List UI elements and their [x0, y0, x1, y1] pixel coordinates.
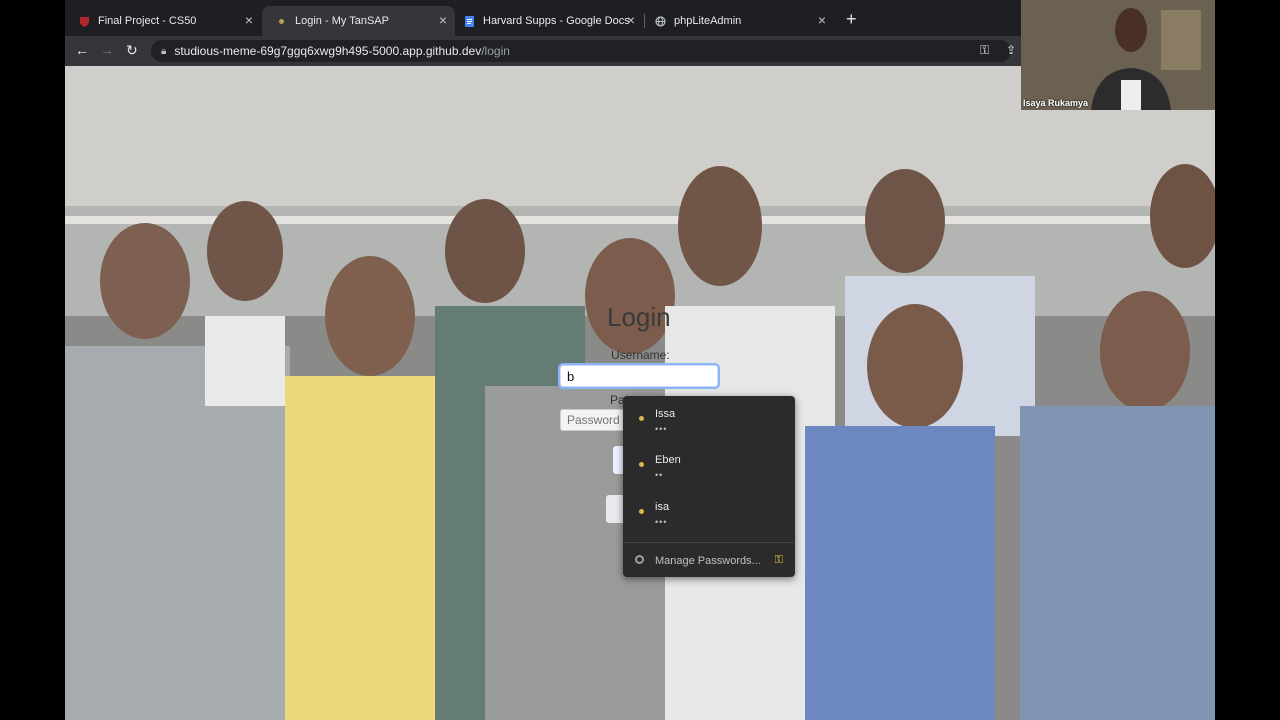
page-content: Login Username: Password: Issa ••• Eben … — [65, 66, 1215, 720]
harvard-shield-icon — [79, 16, 90, 27]
lock-icon: 🔒︎ — [161, 45, 167, 57]
password-key-icon[interactable]: ⚿ — [980, 43, 989, 58]
credential-password-mask: •• — [655, 470, 664, 480]
site-favicon-icon — [276, 16, 287, 27]
key-icon: ⚿ — [774, 554, 783, 566]
tab-login[interactable]: Login - My TanSAP × — [262, 6, 455, 36]
reload-icon[interactable]: ↻ — [126, 42, 138, 59]
forward-icon[interactable]: → — [100, 42, 114, 58]
close-icon[interactable]: × — [439, 13, 447, 27]
saved-credential-item[interactable]: isa ••• — [623, 489, 795, 533]
saved-credential-item[interactable]: Issa ••• — [623, 396, 795, 440]
credential-username: Eben — [655, 454, 681, 466]
credential-username: Issa — [655, 408, 676, 420]
tab-final-project[interactable]: Final Project - CS50 × — [65, 6, 261, 36]
tab-title: Final Project - CS50 — [98, 15, 197, 27]
credential-password-mask: ••• — [655, 517, 668, 527]
username-label: Username: — [611, 348, 670, 362]
key-icon — [639, 509, 644, 514]
credential-username: isa — [655, 501, 670, 513]
key-icon — [639, 416, 644, 421]
globe-icon — [655, 15, 666, 27]
close-icon[interactable]: × — [245, 13, 253, 27]
tab-title: Login - My TanSAP — [295, 15, 389, 27]
close-icon[interactable]: × — [627, 13, 635, 27]
chrome-icon — [635, 555, 644, 564]
participant-name: Isaya Rukamya — [1023, 98, 1089, 108]
webcam-video — [1021, 0, 1215, 110]
tab-title: phpLiteAdmin — [674, 15, 742, 27]
credential-password-mask: ••• — [655, 424, 668, 434]
divider — [623, 542, 795, 543]
webcam-overlay: Isaya Rukamya — [1021, 0, 1215, 110]
page-title: Login — [607, 302, 671, 332]
key-icon — [639, 462, 644, 467]
tab-phpliteadmin[interactable]: phpLiteAdmin × — [641, 6, 834, 36]
google-docs-icon — [464, 15, 475, 27]
url-host: studious-meme-69g7ggq6xwg9h495-5000.app.… — [174, 44, 482, 58]
tab-harvard-supps[interactable]: Harvard Supps - Google Docs × — [450, 6, 643, 36]
manage-passwords-item[interactable]: Manage Passwords... ⚿ — [623, 550, 795, 572]
back-icon[interactable]: ← — [75, 42, 89, 58]
password-input[interactable] — [560, 409, 630, 431]
saved-credential-item[interactable]: Eben •• — [623, 442, 795, 486]
manage-passwords-label: Manage Passwords... — [655, 555, 761, 567]
username-input[interactable] — [558, 363, 720, 389]
new-tab-button[interactable]: + — [846, 9, 857, 30]
address-bar[interactable]: 🔒︎ studious-meme-69g7ggq6xwg9h495-5000.a… — [151, 40, 1011, 62]
password-autofill-popup: Issa ••• Eben •• isa ••• Manage Password… — [623, 396, 795, 577]
share-icon[interactable]: ⇪ — [1006, 43, 1016, 57]
url-path: /login — [481, 44, 510, 58]
tab-title: Harvard Supps - Google Docs — [483, 15, 630, 27]
close-icon[interactable]: × — [818, 13, 826, 27]
